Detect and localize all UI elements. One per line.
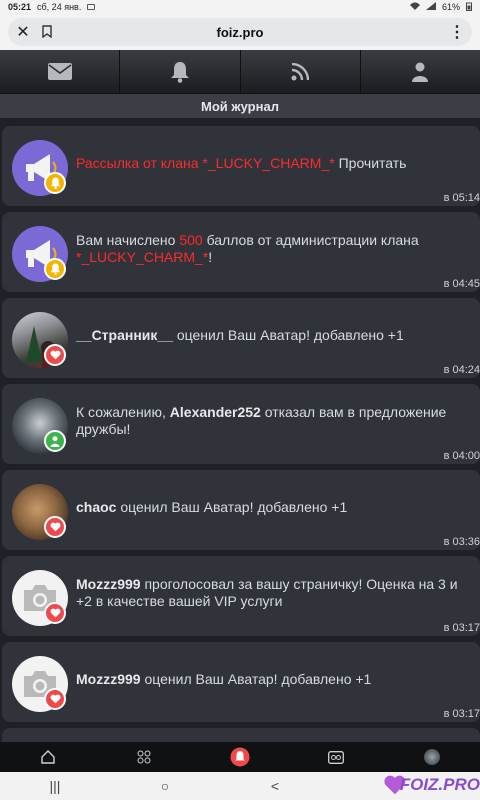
journal-feed: Рассылка от клана *_LUCKY_CHARM_* Прочит… <box>0 124 480 742</box>
rss-icon <box>291 62 310 80</box>
list-item[interactable]: chaoc оценил Ваш Аватар! добавлено +1 в … <box>2 470 480 550</box>
heart-badge-icon <box>44 344 66 366</box>
url-text: foiz.pro <box>216 24 264 40</box>
notification-text: chaoc оценил Ваш Аватар! добавлено +1 <box>76 499 468 516</box>
wifi-icon <box>409 2 420 12</box>
text-fragment: оценил Ваш Аватар! добавлено +1 <box>140 671 372 687</box>
nav-feed[interactable] <box>241 50 361 93</box>
home-icon <box>41 750 55 764</box>
notification-text: Вам начислено 500 баллов от администраци… <box>76 232 468 266</box>
bell-badge-icon <box>44 172 66 194</box>
status-time: 05:21 <box>8 2 32 12</box>
timestamp: в 04:00 <box>443 450 480 462</box>
notification-text: Mozzz999 оценил Ваш Аватар! добавлено +1 <box>76 671 468 688</box>
status-date: сб, 24 янв. <box>37 2 82 12</box>
top-nav <box>0 50 480 94</box>
person-badge-icon <box>44 430 66 452</box>
cc-icon <box>328 750 344 764</box>
username-link[interactable]: __Странник__ <box>76 327 173 343</box>
notification-text: К сожалению, Alexander252 отказал вам в … <box>76 404 468 438</box>
notification-text: Mozzz999 проголосовал за вашу страничку!… <box>76 576 468 610</box>
more-menu-icon[interactable]: ⋮ <box>442 22 472 42</box>
list-item[interactable]: __Странник__ оценил Ваш Аватар! добавлен… <box>2 298 480 378</box>
notification-text: __Странник__ оценил Ваш Аватар! добавлен… <box>76 327 468 344</box>
bottom-nav <box>0 742 480 772</box>
nav-home[interactable] <box>0 750 96 764</box>
list-item[interactable] <box>2 728 480 742</box>
nav-apps[interactable] <box>96 750 192 764</box>
user-icon <box>412 62 429 82</box>
notification-text: Рассылка от клана *_LUCKY_CHARM_* Прочит… <box>76 155 468 172</box>
bell-icon <box>170 61 189 83</box>
recents-button[interactable]: ||| <box>35 778 75 794</box>
username-link[interactable]: chaoc <box>76 499 116 515</box>
signal-icon <box>425 2 436 12</box>
username-link[interactable]: Mozzz999 <box>76 671 141 687</box>
address-bar[interactable]: ✕ foiz.pro ⋮ <box>8 18 472 46</box>
timestamp: в 05:14 <box>443 192 480 204</box>
battery-icon <box>466 2 472 13</box>
clan-mail-link[interactable]: Рассылка от клана *_LUCKY_CHARM_* <box>76 155 335 171</box>
nav-cc[interactable] <box>288 750 384 764</box>
battery-level: 61% <box>441 2 460 12</box>
timestamp: в 04:45 <box>443 278 480 290</box>
heart-badge-icon <box>44 688 66 710</box>
notify-icon <box>230 747 250 767</box>
text-fragment: К сожалению, <box>76 404 170 420</box>
list-item[interactable]: Mozzz999 оценил Ваш Аватар! добавлено +1… <box>2 642 480 722</box>
list-item[interactable]: К сожалению, Alexander252 отказал вам в … <box>2 384 480 464</box>
username-link[interactable]: Alexander252 <box>170 404 261 420</box>
bell-badge-icon <box>44 258 66 280</box>
list-item[interactable]: Рассылка от клана *_LUCKY_CHARM_* Прочит… <box>2 126 480 206</box>
list-item[interactable]: Вам начислено 500 баллов от администраци… <box>2 212 480 292</box>
status-bar: 05:21 сб, 24 янв. 61% <box>0 0 480 14</box>
text-fragment: оценил Ваш Аватар! добавлено +1 <box>172 327 404 343</box>
page-title: Мой журнал <box>0 94 480 118</box>
apps-icon <box>137 750 151 764</box>
nav-notifications[interactable] <box>120 50 241 93</box>
bookmark-icon[interactable] <box>38 25 56 39</box>
screenshot-icon <box>87 4 96 10</box>
timestamp: в 04:24 <box>443 364 480 376</box>
avatar <box>424 749 440 765</box>
timestamp: в 03:36 <box>443 536 480 548</box>
list-item[interactable]: Mozzz999 проголосовал за вашу страничку!… <box>2 556 480 636</box>
text-fragment: Вам начислено <box>76 232 180 248</box>
nav-alerts[interactable] <box>192 747 288 767</box>
site-logo: FOIZ.PRO <box>384 770 480 800</box>
read-link[interactable]: Прочитать <box>335 155 407 171</box>
text-fragment: баллов от администрации клана <box>202 232 419 248</box>
home-button[interactable]: ○ <box>145 778 185 794</box>
text-fragment: ! <box>208 249 213 265</box>
mail-icon <box>47 63 72 80</box>
heart-badge-icon <box>44 516 66 538</box>
heart-badge-icon <box>44 602 66 624</box>
close-tab-icon[interactable]: ✕ <box>8 22 38 42</box>
browser-toolbar: ✕ foiz.pro ⋮ <box>0 14 480 50</box>
username-link[interactable]: Mozzz999 <box>76 576 141 592</box>
back-button[interactable]: < <box>255 778 295 794</box>
clan-name[interactable]: *_LUCKY_CHARM_* <box>76 249 208 265</box>
nav-mail[interactable] <box>0 50 121 93</box>
timestamp: в 03:17 <box>443 622 480 634</box>
points-amount: 500 <box>179 232 203 248</box>
nav-profile[interactable] <box>361 50 480 93</box>
logo-text: FOIZ.PRO <box>399 775 480 794</box>
text-fragment: оценил Ваш Аватар! добавлено +1 <box>116 499 348 515</box>
timestamp: в 03:17 <box>443 708 480 720</box>
nav-profile-avatar[interactable] <box>384 749 480 765</box>
